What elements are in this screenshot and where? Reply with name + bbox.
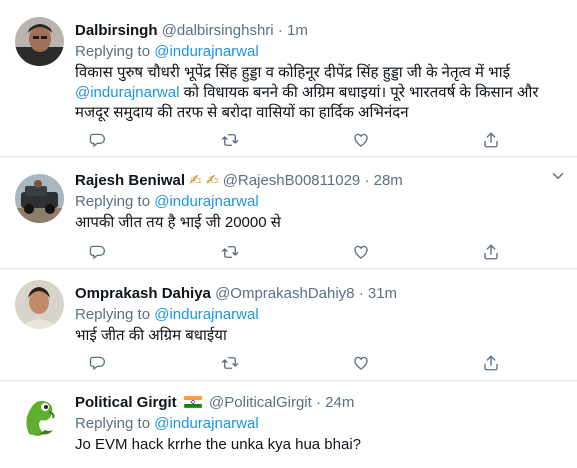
replying-to-prefix: Replying to <box>75 193 155 210</box>
like-icon[interactable] <box>352 131 372 151</box>
reply-icon[interactable] <box>89 131 109 151</box>
replying-to: Replying to @indurajnarwal <box>75 305 565 325</box>
tweet-reply[interactable]: Dalbirsingh @dalbirsinghshri · 1m Replyi… <box>0 0 577 157</box>
retweet-icon[interactable] <box>221 243 241 263</box>
display-name[interactable]: Omprakash Dahiya <box>75 285 211 302</box>
tweet-text: विकास पुरुष चौधरी भूपेंद्र सिंह हुड्डा व… <box>75 63 565 123</box>
avatar[interactable] <box>15 17 64 66</box>
replying-to: Replying to @indurajnarwal <box>75 192 565 212</box>
avatar[interactable] <box>15 174 64 223</box>
share-icon[interactable] <box>482 131 502 151</box>
separator-dot: · <box>277 22 283 39</box>
retweet-icon[interactable] <box>221 131 241 151</box>
replying-to-mention[interactable]: @indurajnarwal <box>154 415 258 432</box>
india-flag-emoji <box>183 394 203 409</box>
tweet-reply[interactable]: Political Girgit @PoliticalGirgit · 24m … <box>0 381 577 468</box>
replying-to-prefix: Replying to <box>75 306 155 323</box>
tweet-text: भाई जीत की अग्रिम बधाईया <box>75 327 227 344</box>
chevron-down-icon[interactable] <box>549 167 563 181</box>
separator-dot: · <box>315 394 321 411</box>
tweet-header: Rajesh Beniwal ✍ ✍ @RajeshB00811029 · 28… <box>75 171 565 191</box>
replying-to-mention[interactable]: @indurajnarwal <box>154 193 258 210</box>
replying-to-mention[interactable]: @indurajnarwal <box>154 306 258 323</box>
tweet-text-segment: को विधायक बनने की अग्रिम बधाइयां। पूरे भ… <box>179 84 539 101</box>
user-handle[interactable]: @RajeshB00811029 <box>223 172 361 189</box>
user-handle[interactable]: @OmprakashDahiy8 <box>215 285 354 302</box>
tweet-header: Omprakash Dahiya @OmprakashDahiy8 · 31m <box>75 284 565 304</box>
retweet-icon[interactable] <box>221 354 241 374</box>
timestamp[interactable]: 31m <box>368 285 397 302</box>
timestamp[interactable]: 28m <box>374 172 403 189</box>
replying-to-prefix: Replying to <box>75 43 155 60</box>
display-name[interactable]: Political Girgit <box>75 394 177 411</box>
avatar[interactable] <box>15 280 64 329</box>
tweet-actions <box>0 131 577 151</box>
user-handle[interactable]: @dalbirsinghshri <box>162 22 274 39</box>
tweet-header: Political Girgit @PoliticalGirgit · 24m <box>75 393 565 413</box>
replying-to-mention[interactable]: @indurajnarwal <box>154 43 258 60</box>
reply-icon[interactable] <box>89 354 109 374</box>
tweet-actions <box>0 243 577 263</box>
replying-to: Replying to @indurajnarwal <box>75 414 565 434</box>
tweet-text-line: @indurajnarwal को विधायक बनने की अग्रिम … <box>75 83 565 103</box>
tweet-text: Jo EVM hack krrhe the unka kya hua bhai? <box>75 436 361 453</box>
display-name[interactable]: Rajesh Beniwal <box>75 172 185 189</box>
avatar[interactable] <box>15 390 64 439</box>
share-icon[interactable] <box>482 354 502 374</box>
tweet-actions <box>0 354 577 374</box>
share-icon[interactable] <box>482 243 502 263</box>
writing-hand-emoji: ✍ ✍ <box>189 172 219 189</box>
replying-to: Replying to @indurajnarwal <box>75 42 565 62</box>
tweet-reply[interactable]: Omprakash Dahiya @OmprakashDahiy8 · 31m … <box>0 269 577 381</box>
timestamp[interactable]: 24m <box>325 394 354 411</box>
tweet-header: Dalbirsingh @dalbirsinghshri · 1m <box>75 21 565 41</box>
tweet-reply[interactable]: Rajesh Beniwal ✍ ✍ @RajeshB00811029 · 28… <box>0 157 577 269</box>
inline-mention[interactable]: @indurajnarwal <box>75 84 179 101</box>
tweet-text-line: मजदूर समुदाय की तरफ से बरोदा वासियों का … <box>75 104 409 121</box>
display-name[interactable]: Dalbirsingh <box>75 22 158 39</box>
reply-icon[interactable] <box>89 243 109 263</box>
tweet-text: आपकी जीत तय है भाई जी 20000 से <box>75 214 281 231</box>
separator-dot: · <box>358 285 364 302</box>
replying-to-prefix: Replying to <box>75 415 155 432</box>
like-icon[interactable] <box>352 354 372 374</box>
separator-dot: · <box>364 172 370 189</box>
timestamp[interactable]: 1m <box>287 22 308 39</box>
user-handle[interactable]: @PoliticalGirgit <box>209 394 312 411</box>
like-icon[interactable] <box>352 243 372 263</box>
tweet-text-line: विकास पुरुष चौधरी भूपेंद्र सिंह हुड्डा व… <box>75 64 510 81</box>
